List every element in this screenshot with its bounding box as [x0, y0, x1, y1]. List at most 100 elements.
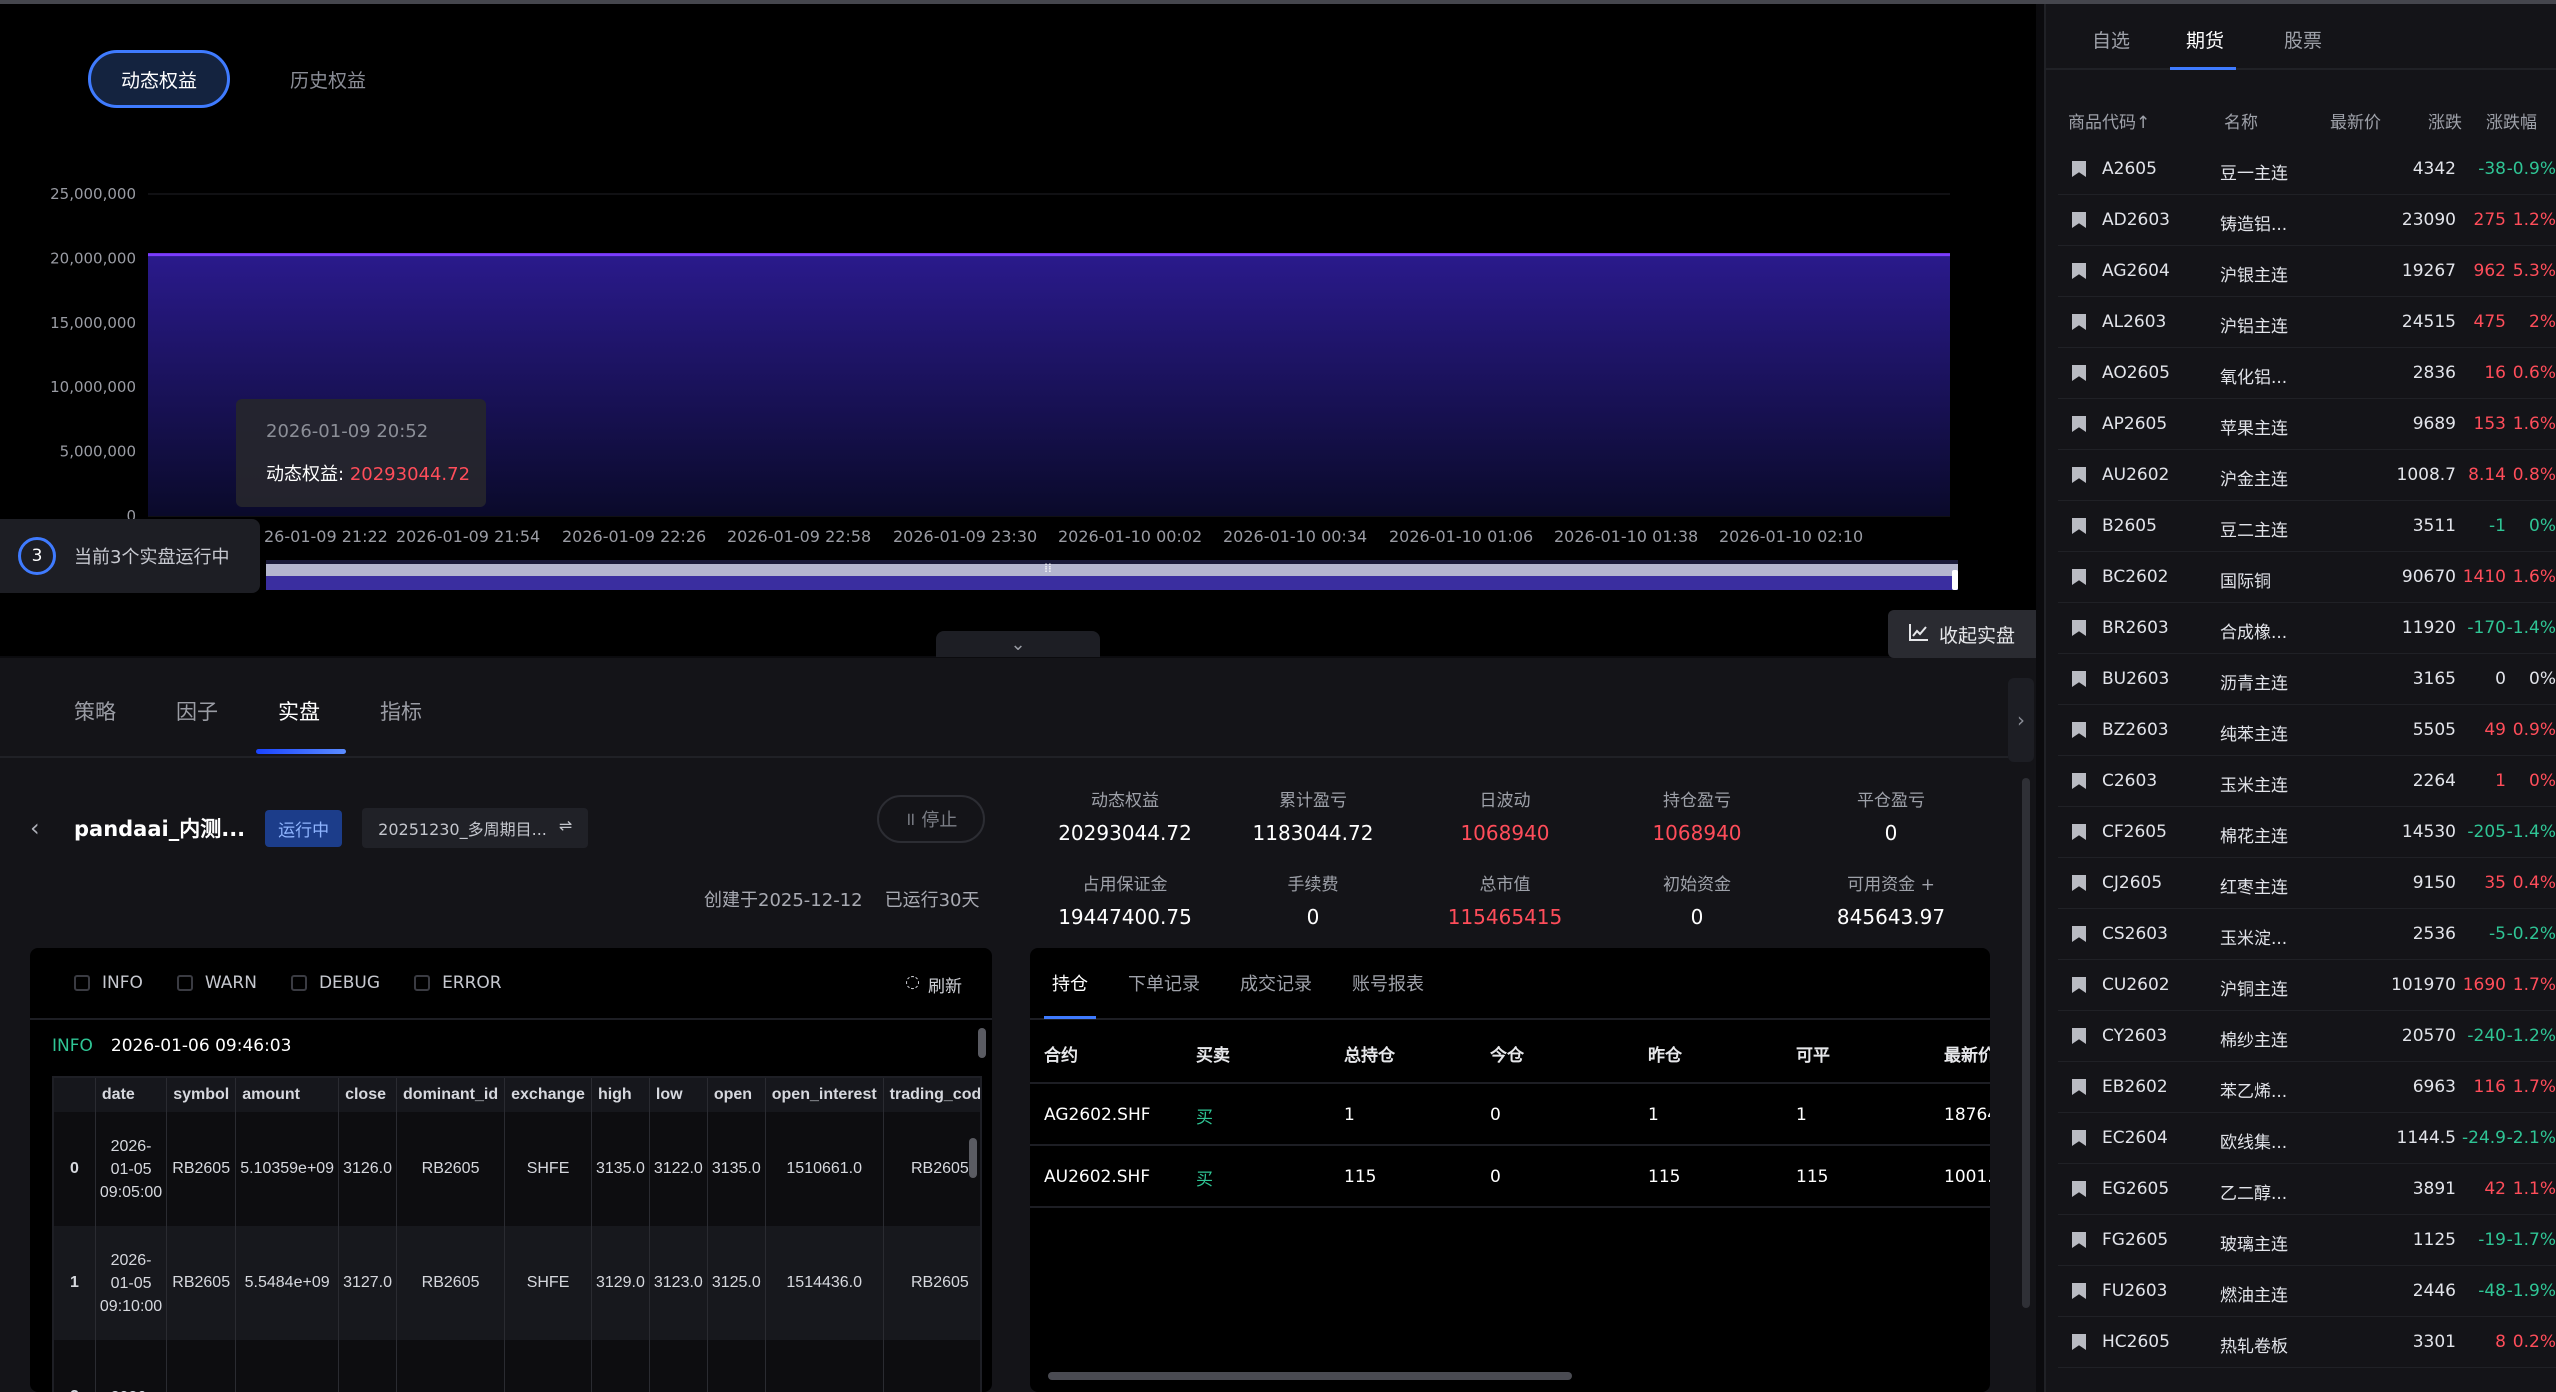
- market-row[interactable]: A2605 豆一主连 4342 -38 -0.9%: [2058, 144, 2556, 195]
- market-row[interactable]: BC2602 国际铜 90670 1410 1.6%: [2058, 552, 2556, 603]
- bookmark-icon[interactable]: [2072, 416, 2086, 432]
- df-cell: 5.10359e+09: [235, 1112, 340, 1226]
- market-row[interactable]: EB2602 苯乙烯... 6963 116 1.7%: [2058, 1062, 2556, 1113]
- bookmark-icon[interactable]: [2072, 824, 2086, 840]
- market-row[interactable]: AL2603 沪铝主连 24515 475 2%: [2058, 297, 2556, 348]
- market-row[interactable]: AD2603 铸造铝... 23090 275 1.2%: [2058, 195, 2556, 246]
- market-row[interactable]: B2605 豆二主连 3511 -1 0%: [2058, 501, 2556, 552]
- filter-info[interactable]: INFO: [74, 973, 143, 993]
- tab-factor[interactable]: 因子: [176, 696, 218, 726]
- dataframe-scrollbar[interactable]: [969, 1138, 977, 1178]
- bookmark-icon[interactable]: [2072, 671, 2086, 687]
- period-select[interactable]: 20251230_多周期目... ⇌: [362, 808, 589, 848]
- bookmark-icon[interactable]: [2072, 1334, 2086, 1350]
- bookmark-icon[interactable]: [2072, 1181, 2086, 1197]
- bookmark-icon[interactable]: [2072, 569, 2086, 585]
- positions-column-header: 合约: [1044, 1045, 1078, 1066]
- filter-error[interactable]: ERROR: [414, 973, 502, 993]
- collapse-chart-handle[interactable]: ⌄: [936, 631, 1100, 657]
- back-chevron-icon[interactable]: ‹: [30, 814, 54, 842]
- market-row[interactable]: EC2604 欧线集... 1144.5 -24.9 -2.1%: [2058, 1113, 2556, 1164]
- positions-panel: 持仓 下单记录 成交记录 账号报表 合约 买卖 总持仓 今仓 昨仓 可平 最新价 AG2602…: [1030, 948, 1990, 1392]
- tab-stocks[interactable]: 股票: [2284, 26, 2322, 53]
- market-row[interactable]: BR2603 合成橡... 11920 -170 -1.4%: [2058, 603, 2556, 654]
- market-code: FG2605: [2102, 1230, 2169, 1250]
- bookmark-icon[interactable]: [2072, 467, 2086, 483]
- fold-live-button[interactable]: 收起实盘: [1888, 610, 2036, 658]
- market-change: 42: [2484, 1179, 2506, 1199]
- positions-cell: 115: [1648, 1167, 1681, 1187]
- bookmark-icon[interactable]: [2072, 1028, 2086, 1044]
- bookmark-icon[interactable]: [2072, 1283, 2086, 1299]
- stop-button[interactable]: ॥ 停止: [877, 795, 985, 843]
- checkbox-icon[interactable]: [74, 975, 90, 991]
- market-row[interactable]: CS2603 玉米淀... 2536 -5 -0.2%: [2058, 909, 2556, 960]
- running-live-badge[interactable]: 3 当前3个实盘运行中: [0, 519, 260, 593]
- tab-trades[interactable]: 成交记录: [1240, 970, 1312, 996]
- refresh-button[interactable]: ◌ 刷新: [905, 972, 962, 997]
- bookmark-icon[interactable]: [2072, 620, 2086, 636]
- market-row[interactable]: AU2602 沪金主连 1008.7 8.14 0.8%: [2058, 450, 2556, 501]
- bookmark-icon[interactable]: [2072, 977, 2086, 993]
- positions-row[interactable]: AU2602.SHF 买 115 0 115 115 1001.2: [1030, 1146, 1990, 1208]
- tab-strategy[interactable]: 策略: [74, 696, 116, 726]
- positions-hscrollbar[interactable]: [1048, 1372, 1572, 1380]
- tab-dynamic-equity[interactable]: 动态权益: [88, 50, 231, 108]
- bookmark-icon[interactable]: [2072, 212, 2086, 228]
- bookmark-icon[interactable]: [2072, 773, 2086, 789]
- df-cell: [591, 1340, 650, 1392]
- market-row[interactable]: CU2602 沪铜主连 101970 1690 1.7%: [2058, 960, 2556, 1011]
- market-row[interactable]: AO2605 氧化铝... 2836 16 0.6%: [2058, 348, 2556, 399]
- bookmark-icon[interactable]: [2072, 518, 2086, 534]
- df-column-header: close: [338, 1078, 398, 1112]
- filter-warn[interactable]: WARN: [176, 973, 257, 993]
- checkbox-icon[interactable]: [176, 975, 193, 991]
- expand-right-button[interactable]: ›: [2008, 678, 2034, 762]
- positions-row[interactable]: AG2602.SHF 买 1 0 1 1 18764: [1030, 1084, 1990, 1146]
- tab-holdings[interactable]: 持仓: [1052, 970, 1088, 996]
- equity-tabs: 动态权益 历史权益: [88, 50, 396, 108]
- bookmark-icon[interactable]: [2072, 1232, 2086, 1248]
- tab-live[interactable]: 实盘: [278, 696, 320, 726]
- tab-watchlist[interactable]: 自选: [2092, 26, 2130, 53]
- market-price: 24515: [2401, 312, 2456, 332]
- checkbox-icon[interactable]: [414, 975, 431, 991]
- bookmark-icon[interactable]: [2072, 926, 2086, 942]
- market-row[interactable]: CF2605 棉花主连 14530 -205 -1.4%: [2058, 807, 2556, 858]
- market-row[interactable]: FU2603 燃油主连 2446 -48 -1.9%: [2058, 1266, 2556, 1317]
- log-scrollbar[interactable]: [978, 1028, 986, 1058]
- panel-scrollbar[interactable]: [2022, 778, 2030, 1308]
- market-row[interactable]: EG2605 乙二醇... 3891 42 1.1%: [2058, 1164, 2556, 1215]
- strategy-meta: 创建于2025-12-12 已运行30天: [704, 886, 980, 912]
- x-tick-label: 2026-01-09 21:54: [396, 527, 540, 546]
- market-row[interactable]: HC2605 热轧卷板 3301 8 0.2%: [2058, 1317, 2556, 1368]
- market-row[interactable]: CY2603 棉纱主连 20570 -240 -1.2%: [2058, 1011, 2556, 1062]
- filter-debug[interactable]: DEBUG: [290, 973, 380, 993]
- tab-futures[interactable]: 期货: [2186, 26, 2224, 53]
- bookmark-icon[interactable]: [2072, 722, 2086, 738]
- market-row[interactable]: AG2604 沪银主连 19267 962 5.3%: [2058, 246, 2556, 297]
- bookmark-icon[interactable]: [2072, 314, 2086, 330]
- tab-account-report[interactable]: 账号报表: [1352, 970, 1424, 996]
- zoom-slider-handle[interactable]: [1952, 570, 1958, 590]
- bookmark-icon[interactable]: [2072, 161, 2086, 177]
- bookmark-icon[interactable]: [2072, 1130, 2086, 1146]
- tab-orders[interactable]: 下单记录: [1128, 970, 1200, 996]
- tab-history-equity[interactable]: 历史权益: [260, 50, 396, 108]
- market-row[interactable]: CJ2605 红枣主连 9150 35 0.4%: [2058, 858, 2556, 909]
- bookmark-icon[interactable]: [2072, 1079, 2086, 1095]
- market-row[interactable]: BZ2603 纯苯主连 5505 49 0.9%: [2058, 705, 2556, 756]
- checkbox-icon[interactable]: [290, 975, 307, 991]
- bookmark-icon[interactable]: [2072, 263, 2086, 279]
- x-tick-label: 2026-01-09 22:58: [727, 527, 871, 546]
- df-cell: 3122.0: [649, 1112, 708, 1226]
- metric-item[interactable]: 可用资金 + 845643.97: [1796, 870, 1986, 929]
- market-row[interactable]: C2603 玉米主连 2264 1 0%: [2058, 756, 2556, 807]
- tab-indicator[interactable]: 指标: [380, 696, 422, 726]
- market-row[interactable]: AP2605 苹果主连 9689 153 1.6%: [2058, 399, 2556, 450]
- market-row[interactable]: FG2605 玻璃主连 1125 -19 -1.7%: [2058, 1215, 2556, 1266]
- bookmark-icon[interactable]: [2072, 365, 2086, 381]
- bookmark-icon[interactable]: [2072, 875, 2086, 891]
- market-row[interactable]: BU2603 沥青主连 3165 0 0%: [2058, 654, 2556, 705]
- col-code[interactable]: 商品代码↑: [2068, 108, 2150, 133]
